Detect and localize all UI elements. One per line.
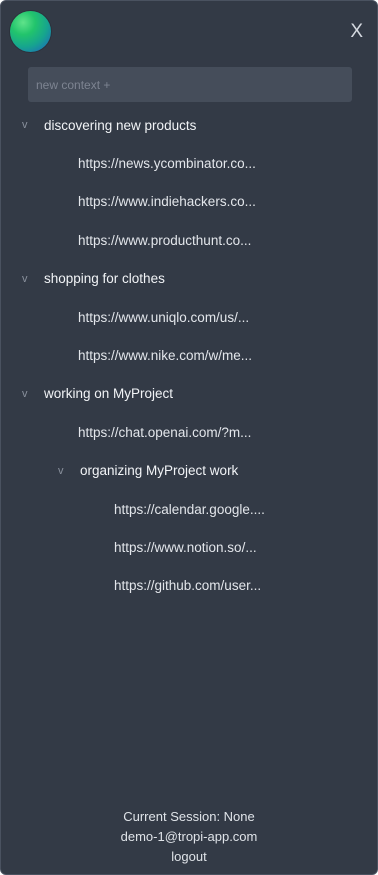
user-email: demo-1@tropi-app.com [120, 829, 258, 844]
chevron-down-icon[interactable]: v [22, 119, 34, 131]
url-link[interactable]: https://calendar.google.... [114, 502, 265, 517]
url-item[interactable]: https://www.nike.com/w/me... [1, 336, 377, 374]
context-item[interactable]: v shopping for clothes [1, 260, 377, 298]
logout-link[interactable]: logout [1, 847, 377, 867]
chevron-down-icon[interactable]: v [58, 465, 70, 477]
url-item[interactable]: https://www.notion.so/... [1, 528, 377, 566]
context-label[interactable]: shopping for clothes [44, 271, 165, 286]
context-label[interactable]: discovering new products [44, 118, 196, 133]
url-link[interactable]: https://www.producthunt.co... [78, 233, 251, 248]
context-label[interactable]: organizing MyProject work [80, 463, 238, 478]
url-link[interactable]: https://www.indiehackers.co... [78, 194, 256, 209]
url-item[interactable]: https://news.ycombinator.co... [1, 144, 377, 182]
current-session-text: Current Session: None [123, 809, 255, 824]
new-context-input[interactable] [28, 67, 352, 102]
context-tree: v discovering new products https://news.… [1, 106, 377, 605]
url-link[interactable]: https://github.com/user... [114, 578, 261, 593]
url-item[interactable]: https://www.indiehackers.co... [1, 183, 377, 221]
url-link[interactable]: https://chat.openai.com/?m... [78, 425, 251, 440]
url-item[interactable]: https://www.uniqlo.com/us/... [1, 298, 377, 336]
session-footer: Current Session: None demo-1@tropi-app.c… [1, 807, 377, 867]
url-item[interactable]: https://www.producthunt.co... [1, 221, 377, 259]
extension-panel: X v discovering new products https://new… [0, 0, 378, 875]
chevron-down-icon[interactable]: v [22, 273, 34, 285]
globe-logo-icon [10, 11, 51, 52]
url-link[interactable]: https://www.uniqlo.com/us/... [78, 310, 249, 325]
url-link[interactable]: https://www.nike.com/w/me... [78, 348, 252, 363]
context-item[interactable]: v working on MyProject [1, 375, 377, 413]
url-link[interactable]: https://www.notion.so/... [114, 540, 257, 555]
context-label[interactable]: working on MyProject [44, 386, 173, 401]
close-button[interactable]: X [350, 21, 363, 43]
chevron-down-icon[interactable]: v [22, 388, 34, 400]
url-item[interactable]: https://github.com/user... [1, 567, 377, 605]
url-item[interactable]: https://calendar.google.... [1, 490, 377, 528]
url-item[interactable]: https://chat.openai.com/?m... [1, 413, 377, 451]
subcontext-item[interactable]: v organizing MyProject work [1, 452, 377, 490]
url-link[interactable]: https://news.ycombinator.co... [78, 156, 256, 171]
context-item[interactable]: v discovering new products [1, 106, 377, 144]
